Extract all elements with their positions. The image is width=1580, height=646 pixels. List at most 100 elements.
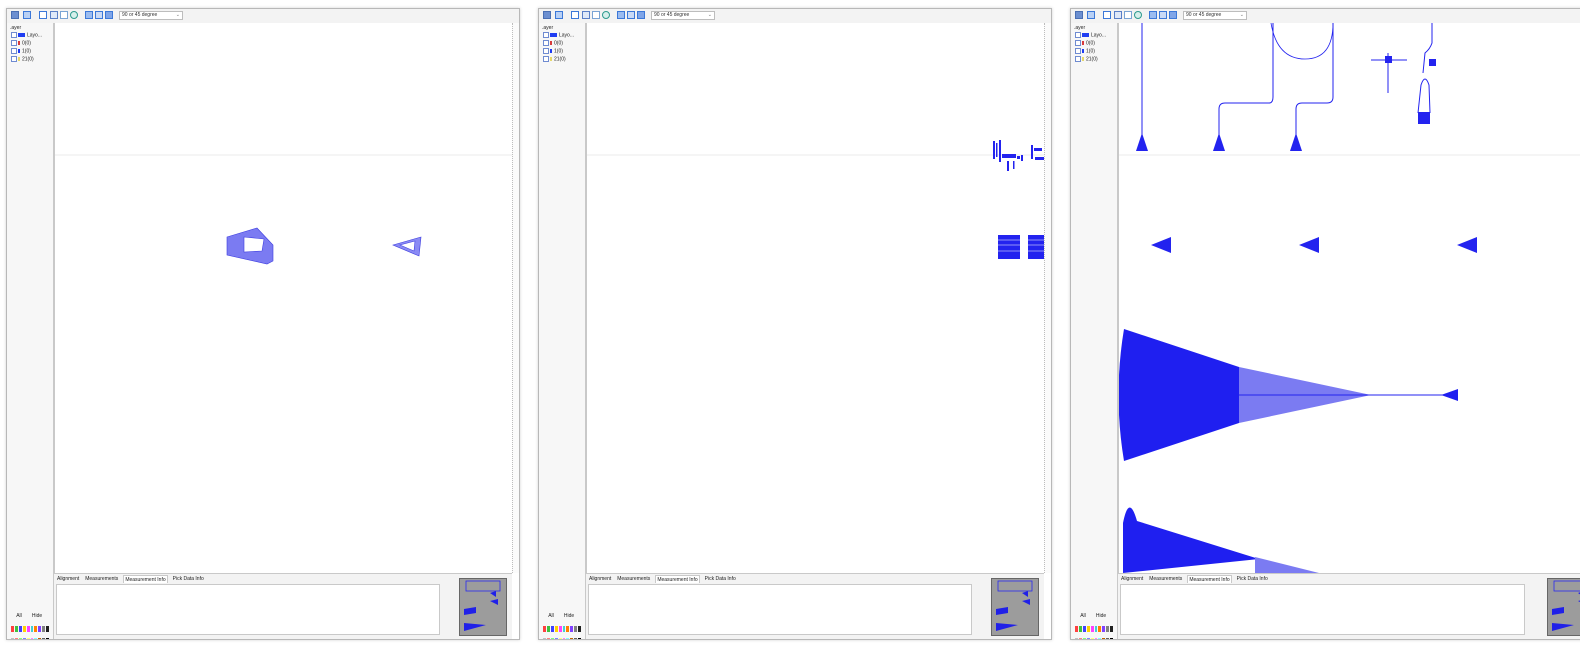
refresh-icon[interactable] bbox=[1134, 11, 1142, 19]
palette-swatch[interactable] bbox=[570, 626, 574, 632]
palette-swatch[interactable] bbox=[1110, 626, 1113, 632]
layer-row-21[interactable]: 21(0) bbox=[1075, 56, 1098, 63]
save-icon[interactable] bbox=[543, 11, 551, 19]
fan-taper-lower[interactable] bbox=[1123, 507, 1319, 573]
overview-minimap[interactable] bbox=[459, 578, 507, 636]
info-output-box[interactable] bbox=[588, 584, 972, 635]
palette-swatch[interactable] bbox=[42, 626, 46, 632]
taper-shape-small[interactable] bbox=[392, 236, 422, 257]
measure-icon[interactable] bbox=[1169, 11, 1177, 19]
fan-taper-large[interactable] bbox=[1119, 329, 1458, 461]
measure-icon[interactable] bbox=[637, 11, 645, 19]
palette-swatch[interactable] bbox=[1082, 637, 1086, 639]
info-output-box[interactable] bbox=[56, 584, 440, 635]
palette-swatch[interactable] bbox=[558, 637, 562, 639]
palette-swatch[interactable] bbox=[18, 626, 22, 632]
palette-swatch[interactable] bbox=[554, 637, 558, 639]
palette-swatch[interactable] bbox=[1090, 626, 1094, 632]
vertical-scrollbar[interactable] bbox=[1044, 23, 1051, 573]
palette-swatch[interactable] bbox=[34, 637, 38, 639]
copy-icon[interactable] bbox=[39, 11, 47, 19]
layer-checkbox[interactable] bbox=[11, 56, 17, 62]
palette-swatch[interactable] bbox=[1082, 626, 1086, 632]
palette-swatch[interactable] bbox=[574, 626, 578, 632]
palette-swatch[interactable] bbox=[11, 637, 14, 639]
layout-canvas[interactable] bbox=[586, 23, 1044, 573]
hide-button[interactable]: Hide bbox=[561, 612, 577, 621]
layer-row-0[interactable]: 0(0) bbox=[543, 40, 563, 47]
layer-checkbox[interactable] bbox=[11, 40, 17, 46]
tab-alignment[interactable]: Alignment bbox=[1120, 575, 1144, 583]
palette-swatch[interactable] bbox=[1102, 626, 1106, 632]
copy-icon[interactable] bbox=[1103, 11, 1111, 19]
palette-swatch[interactable] bbox=[38, 626, 42, 632]
export-icon[interactable] bbox=[60, 11, 68, 19]
palette-swatch[interactable] bbox=[558, 626, 562, 632]
tab-measurement-info[interactable]: Measurement Info bbox=[655, 575, 700, 583]
palette-swatch[interactable] bbox=[546, 626, 550, 632]
palette-swatch[interactable] bbox=[543, 637, 546, 639]
palette-swatch[interactable] bbox=[22, 637, 26, 639]
open-icon[interactable] bbox=[555, 11, 563, 19]
taper-shape-large[interactable] bbox=[226, 227, 274, 265]
layer-row-layout[interactable]: Layo... bbox=[11, 32, 42, 39]
palette-swatch[interactable] bbox=[550, 637, 554, 639]
layer-row-1[interactable]: 1(0) bbox=[543, 48, 563, 55]
palette-swatch[interactable] bbox=[1102, 637, 1106, 639]
info-output-box[interactable] bbox=[1120, 584, 1525, 635]
palette-swatch[interactable] bbox=[46, 637, 49, 639]
palette-swatch[interactable] bbox=[1106, 626, 1110, 632]
layer-row-1[interactable]: 1(0) bbox=[11, 48, 31, 55]
show-all-button[interactable]: All bbox=[1077, 612, 1089, 621]
grid-icon[interactable] bbox=[85, 11, 93, 19]
palette-swatch[interactable] bbox=[1086, 637, 1090, 639]
copy-icon[interactable] bbox=[571, 11, 579, 19]
ruler-icon[interactable] bbox=[627, 11, 635, 19]
palette-swatch[interactable] bbox=[1094, 637, 1098, 639]
refresh-icon[interactable] bbox=[70, 11, 78, 19]
palette-swatch[interactable] bbox=[38, 637, 42, 639]
grid-icon[interactable] bbox=[1149, 11, 1157, 19]
color-palette[interactable] bbox=[543, 626, 581, 639]
palette-swatch[interactable] bbox=[18, 637, 22, 639]
layer-checkbox[interactable] bbox=[543, 56, 549, 62]
layer-row-0[interactable]: 0(0) bbox=[1075, 40, 1095, 47]
layer-checkbox[interactable] bbox=[543, 48, 549, 54]
grid-icon[interactable] bbox=[617, 11, 625, 19]
layer-row-1[interactable]: 1(0) bbox=[1075, 48, 1095, 55]
layer-checkbox[interactable] bbox=[1075, 32, 1081, 38]
palette-swatch[interactable] bbox=[26, 626, 30, 632]
save-icon[interactable] bbox=[11, 11, 19, 19]
palette-swatch[interactable] bbox=[1075, 626, 1078, 632]
palette-swatch[interactable] bbox=[1090, 637, 1094, 639]
tab-measurements[interactable]: Measurements bbox=[84, 575, 119, 583]
palette-swatch[interactable] bbox=[1086, 626, 1090, 632]
zoom-fit-icon[interactable] bbox=[582, 11, 590, 19]
palette-swatch[interactable] bbox=[34, 626, 38, 632]
palette-swatch[interactable] bbox=[14, 626, 18, 632]
color-palette[interactable] bbox=[11, 626, 49, 639]
palette-swatch[interactable] bbox=[14, 637, 18, 639]
layer-row-21[interactable]: 21(0) bbox=[11, 56, 34, 63]
export-icon[interactable] bbox=[592, 11, 600, 19]
zoom-fit-icon[interactable] bbox=[1114, 11, 1122, 19]
palette-swatch[interactable] bbox=[578, 626, 581, 632]
tab-pick-data-info[interactable]: Pick Data Info bbox=[172, 575, 205, 583]
tab-measurements[interactable]: Measurements bbox=[616, 575, 651, 583]
ruler-icon[interactable] bbox=[1159, 11, 1167, 19]
open-icon[interactable] bbox=[23, 11, 31, 19]
hide-button[interactable]: Hide bbox=[1093, 612, 1109, 621]
overview-minimap[interactable] bbox=[1547, 578, 1580, 636]
grating-coupler-row[interactable] bbox=[1136, 56, 1436, 151]
palette-swatch[interactable] bbox=[578, 637, 581, 639]
open-icon[interactable] bbox=[1087, 11, 1095, 19]
palette-swatch[interactable] bbox=[570, 637, 574, 639]
layer-checkbox[interactable] bbox=[11, 48, 17, 54]
palette-swatch[interactable] bbox=[562, 626, 566, 632]
snap-angle-select[interactable]: 90 or 45 degree ⌄ bbox=[119, 11, 183, 20]
layer-checkbox[interactable] bbox=[1075, 40, 1081, 46]
ruler-icon[interactable] bbox=[95, 11, 103, 19]
snap-angle-select[interactable]: 90 or 45 degree ⌄ bbox=[1183, 11, 1247, 20]
overview-minimap[interactable] bbox=[991, 578, 1039, 636]
palette-swatch[interactable] bbox=[1078, 637, 1082, 639]
